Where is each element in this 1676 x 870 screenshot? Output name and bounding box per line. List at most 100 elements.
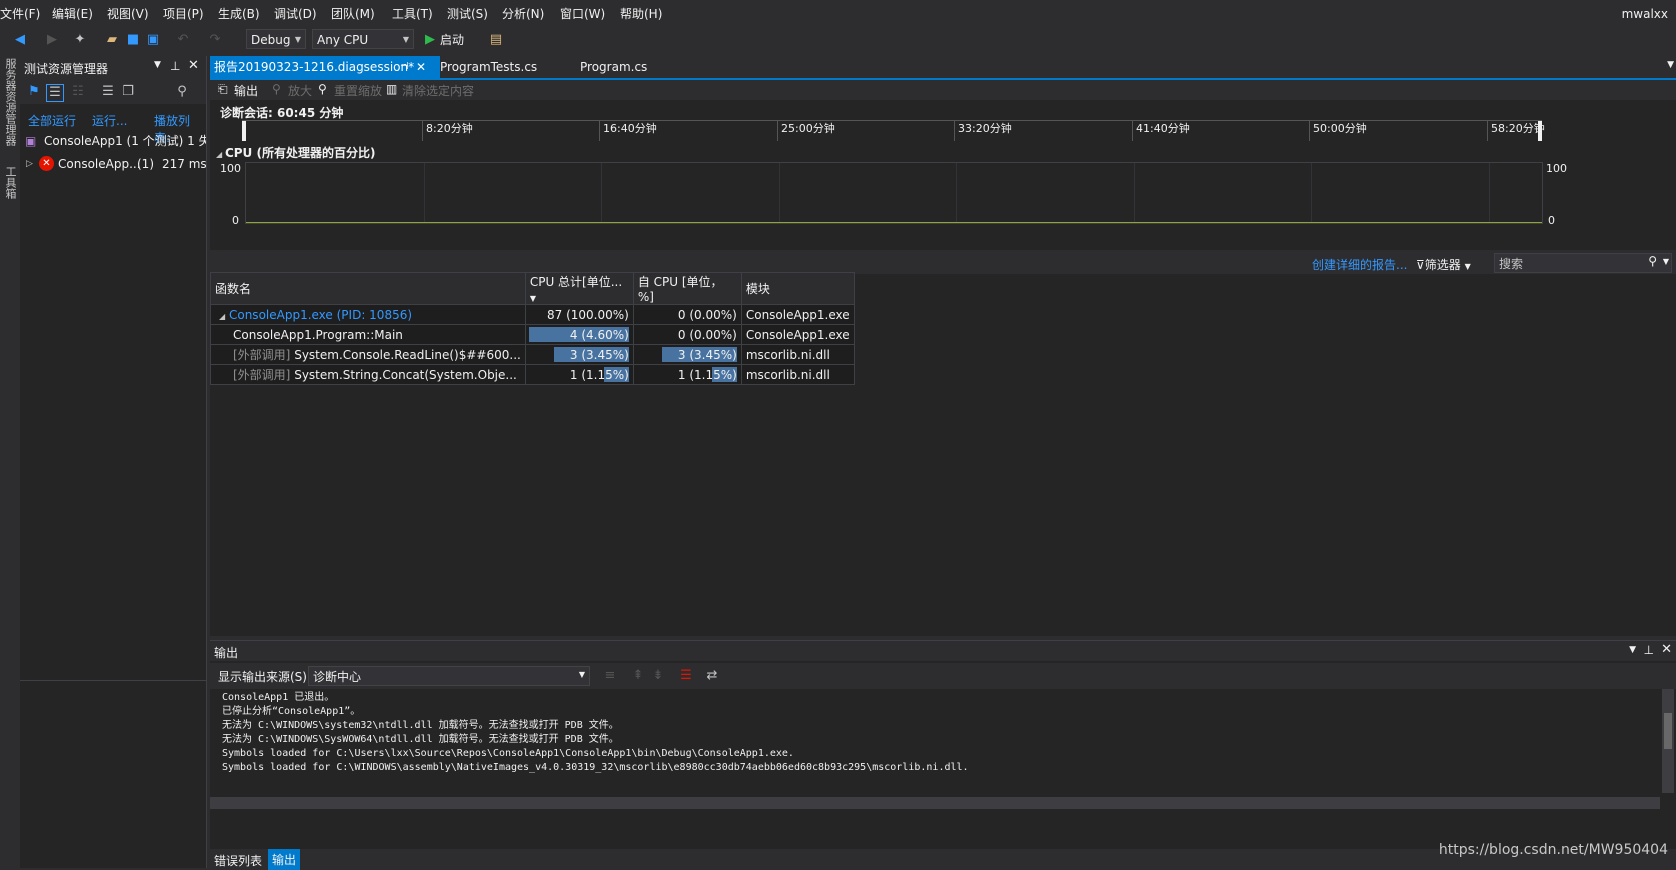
chevron-down-icon: ▼ — [1464, 262, 1471, 271]
output-text[interactable]: ConsoleApp1 已退出。 已停止分析“ConsoleApp1”。 无法为… — [222, 691, 1652, 775]
cpu-section-title[interactable]: ◢ CPU (所有处理器的百分比) — [216, 144, 375, 161]
cpu-total-cell: 4 (4.60%) — [524, 324, 634, 345]
copy-icon[interactable]: ❐ — [120, 84, 136, 100]
tab-program[interactable]: Program.cs — [576, 56, 651, 78]
menu-project[interactable]: 项目(P) — [163, 5, 204, 22]
list-view-icon[interactable]: ☰ — [46, 84, 64, 102]
output-button[interactable]: 输出 — [234, 82, 258, 99]
self-cpu-cell: 0 (0.00%) — [632, 324, 742, 345]
chevron-down-icon[interactable]: ▼ — [1667, 60, 1674, 70]
table-row[interactable]: [外部调用] System.Console.ReadLine()$##600..… — [210, 344, 855, 365]
menu-window[interactable]: 窗口(W) — [560, 5, 605, 22]
server-explorer-tab[interactable]: 服务器资源管理器 — [2, 58, 18, 146]
tab-programtests[interactable]: ProgramTests.cs — [436, 56, 541, 78]
save-all-icon[interactable]: ▣ — [145, 32, 161, 48]
collapse-icon[interactable]: ◢ — [215, 312, 225, 321]
menu-tools[interactable]: 工具(T) — [392, 5, 433, 22]
back-icon[interactable]: ◀ — [12, 32, 28, 48]
run-tests-icon[interactable]: ⚑ — [26, 84, 42, 100]
output-source-label: 显示输出来源(S): — [218, 670, 312, 684]
test-project-row[interactable]: ▣ ConsoleApp1 (1 个测试) 1 失败 — [20, 131, 206, 151]
redo-icon[interactable]: ↷ — [207, 32, 223, 48]
word-wrap-icon[interactable]: ⇄ — [704, 668, 720, 684]
config-dropdown[interactable]: Debug ▼ — [246, 29, 306, 49]
play-icon[interactable]: ▶ — [422, 32, 438, 48]
chevron-down-icon[interactable]: ▼ — [1663, 257, 1669, 266]
module-cell: mscorlib.ni.dll — [740, 344, 855, 365]
function-name: System.String.Concat(System.Obje... — [294, 368, 517, 382]
reset-zoom-button[interactable]: 重置缩放 — [334, 82, 382, 99]
menu-view[interactable]: 视图(V) — [107, 5, 149, 22]
column-module[interactable]: 模块 — [740, 272, 855, 305]
table-row[interactable]: [外部调用] System.String.Concat(System.Obje.… — [210, 364, 855, 385]
search-icon[interactable]: ⚲ — [174, 84, 190, 100]
self-cpu-cell: 1 (1.15%) — [632, 364, 742, 385]
find-in-files-icon[interactable]: ▤ — [488, 32, 504, 48]
pin-icon[interactable]: ⊥ — [1644, 643, 1654, 657]
menu-team[interactable]: 团队(M) — [331, 5, 375, 22]
output-hscrollbar[interactable] — [210, 797, 1660, 809]
run-all-link[interactable]: 全部运行 — [28, 112, 76, 129]
menu-file[interactable]: 文件(F) — [0, 5, 40, 22]
chevron-down-icon[interactable]: ▼ — [1629, 645, 1636, 655]
search-icon[interactable]: ⚲ — [1648, 254, 1657, 268]
create-report-link[interactable]: 创建详细的报告... — [1312, 256, 1407, 273]
pin-icon[interactable]: ⊣ — [400, 56, 409, 78]
table-row[interactable]: ConsoleApp1.Program::Main 4 (4.60%) 0 (0… — [210, 324, 855, 345]
next-message-icon[interactable]: ⇟ — [650, 668, 666, 684]
cpu-graph[interactable] — [245, 162, 1543, 224]
group-icon[interactable]: ☷ — [70, 84, 86, 100]
chevron-down-icon[interactable]: ▼ — [154, 60, 161, 70]
clear-all-icon[interactable]: ☰ — [678, 668, 694, 684]
timeline-ruler[interactable]: 8:20分钟 16:40分钟 25:00分钟 33:20分钟 41:40分钟 5… — [242, 120, 1545, 141]
menu-debug[interactable]: 调试(D) — [274, 5, 317, 22]
output-icon: ⎗ — [218, 82, 228, 96]
column-self-cpu[interactable]: 自 CPU [单位，%] — [632, 272, 742, 305]
scrollbar-thumb[interactable] — [1664, 713, 1672, 749]
close-icon[interactable]: ✕ — [1661, 642, 1672, 657]
tab-diagsession[interactable]: 报告20190323-1216.diagsession* ⊣ ✕ — [210, 56, 440, 78]
find-message-icon[interactable]: ≡ — [602, 668, 618, 684]
start-button[interactable]: 启动 — [440, 31, 464, 48]
menu-build[interactable]: 生成(B) — [218, 5, 260, 22]
undo-icon[interactable]: ↶ — [175, 32, 191, 48]
menu-help[interactable]: 帮助(H) — [620, 5, 662, 22]
toolbox-tab[interactable]: 工具箱 — [2, 166, 18, 199]
filter-button[interactable]: ⊽筛选器 ▼ — [1416, 256, 1471, 273]
columns-icon[interactable]: ☰ — [100, 84, 116, 100]
close-icon[interactable]: ✕ — [416, 56, 426, 78]
expand-icon[interactable]: ▷ — [26, 154, 33, 174]
timeline-start-handle[interactable] — [242, 121, 246, 141]
function-name[interactable]: ConsoleApp1.exe (PID: 10856) — [229, 308, 412, 322]
zoom-in-button[interactable]: 放大 — [288, 82, 312, 99]
clear-selection-button[interactable]: 清除选定内容 — [402, 82, 474, 99]
test-class-row[interactable]: ▷ ✕ ConsoleApp... (1) 217 ms — [20, 154, 206, 174]
chevron-down-icon: ▼ — [294, 35, 301, 44]
user-name[interactable]: mwalxx — [1622, 7, 1668, 21]
save-icon[interactable]: ■ — [125, 32, 141, 48]
forward-icon[interactable]: ▶ — [44, 32, 60, 48]
menu-test[interactable]: 测试(S) — [447, 5, 488, 22]
output-source-dropdown[interactable]: 诊断中心 ▼ — [308, 666, 590, 686]
close-icon[interactable]: ✕ — [188, 58, 199, 73]
column-cpu-total[interactable]: CPU 总计[单位... ▼ — [524, 272, 634, 305]
new-project-icon[interactable]: ✦ — [72, 32, 88, 48]
table-row[interactable]: ◢ ConsoleApp1.exe (PID: 10856) 87 (100.0… — [210, 304, 855, 325]
pin-icon[interactable]: ⊥ — [170, 59, 180, 73]
platform-dropdown[interactable]: Any CPU ▼ — [312, 29, 414, 49]
run-link[interactable]: 运行... — [92, 112, 127, 129]
module-cell: ConsoleApp1.exe — [740, 304, 855, 325]
prev-message-icon[interactable]: ⇞ — [630, 668, 646, 684]
menu-edit[interactable]: 编辑(E) — [52, 5, 93, 22]
module-cell: mscorlib.ni.dll — [740, 364, 855, 385]
output-scrollbar[interactable] — [1662, 689, 1674, 793]
search-input[interactable]: 搜索 ⚲ ▼ — [1494, 253, 1672, 273]
column-function-name[interactable]: 函数名 — [210, 272, 526, 305]
timeline-end-handle[interactable] — [1538, 121, 1542, 141]
tab-error-list[interactable]: 错误列表 — [214, 852, 262, 869]
menu-analyze[interactable]: 分析(N) — [502, 5, 544, 22]
tab-output[interactable]: 输出 — [268, 849, 301, 870]
open-folder-icon[interactable]: ▰ — [104, 32, 120, 48]
cpu-total-cell: 3 (3.45%) — [524, 344, 634, 365]
test-class-count: (1) — [137, 157, 154, 171]
